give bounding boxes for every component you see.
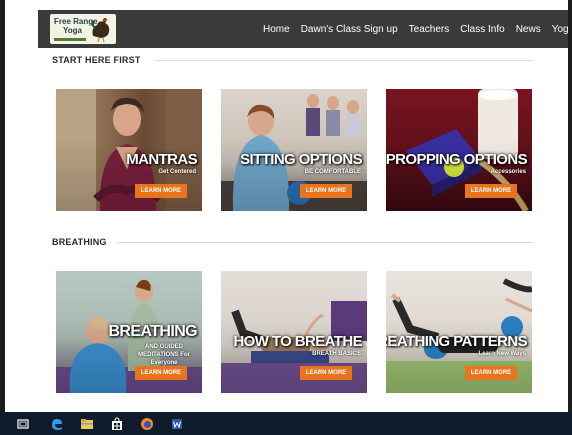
nav-yoga-therapy[interactable]: Yoga Th bbox=[552, 24, 568, 35]
edge-browser-icon[interactable] bbox=[50, 417, 64, 431]
nav-teachers[interactable]: Teachers bbox=[409, 24, 450, 35]
task-view-icon[interactable] bbox=[16, 417, 30, 431]
section-title-start-here: START HERE FIRST bbox=[52, 55, 141, 65]
card-title: BREATHING PATTERNS bbox=[386, 333, 528, 350]
rooster-icon bbox=[91, 18, 110, 42]
file-explorer-icon[interactable] bbox=[80, 417, 94, 431]
firefox-icon[interactable] bbox=[140, 417, 154, 431]
card-title: MANTRAS bbox=[126, 151, 197, 168]
nav-class-sign-up[interactable]: Dawn's Class Sign up bbox=[301, 24, 398, 35]
card-subtitle: Get Centered bbox=[158, 169, 196, 175]
top-nav-bar: Free Range Yoga Home Dawn's Class Sign u… bbox=[38, 10, 568, 48]
logo-line-2: Yoga bbox=[63, 26, 82, 35]
card-title: PROPPING OPTIONS bbox=[386, 151, 528, 168]
nav-class-info[interactable]: Class Info bbox=[460, 24, 504, 35]
taskbar bbox=[0, 412, 572, 435]
main-menu: Home Dawn's Class Sign up Teachers Class… bbox=[263, 10, 568, 48]
store-icon[interactable] bbox=[110, 417, 124, 431]
learn-more-button[interactable]: LEARN MORE bbox=[465, 366, 517, 380]
learn-more-button[interactable]: LEARN MORE bbox=[300, 184, 352, 198]
learn-more-button[interactable]: LEARN MORE bbox=[135, 184, 187, 198]
card-title: BREATHING bbox=[108, 323, 197, 340]
card-subtitle: AND GUIDED MEDITATIONS For Everyone bbox=[138, 344, 190, 366]
section-divider bbox=[155, 60, 533, 61]
learn-more-button[interactable]: LEARN MORE bbox=[465, 184, 517, 198]
section-title-breathing: BREATHING bbox=[52, 237, 107, 247]
card-subtitle: Learn New Ways bbox=[478, 351, 526, 357]
card-subtitle: BE COMFORTABLE bbox=[304, 169, 361, 175]
card-how-to-breathe[interactable]: HOW TO BREATHE BREATH BASICS LEARN MORE bbox=[221, 271, 367, 393]
card-breathing-patterns[interactable]: BREATHING PATTERNS Learn New Ways LEARN … bbox=[386, 271, 532, 393]
card-sitting-options[interactable]: SITTING OPTIONS BE COMFORTABLE LEARN MOR… bbox=[221, 89, 367, 211]
card-subtitle: BREATH BASICS bbox=[312, 351, 361, 357]
section-divider bbox=[117, 242, 533, 243]
web-page: Free Range Yoga Home Dawn's Class Sign u… bbox=[5, 0, 568, 412]
logo-tagline-bar bbox=[54, 38, 86, 41]
nav-home[interactable]: Home bbox=[263, 24, 290, 35]
word-icon[interactable] bbox=[170, 417, 184, 431]
learn-more-button[interactable]: LEARN MORE bbox=[135, 366, 187, 380]
site-logo[interactable]: Free Range Yoga bbox=[50, 14, 116, 44]
card-subtitle: Accessories bbox=[490, 169, 526, 175]
learn-more-button[interactable]: LEARN MORE bbox=[300, 366, 352, 380]
card-title: HOW TO BREATHE bbox=[233, 333, 362, 350]
card-mantras[interactable]: MANTRAS Get Centered LEARN MORE bbox=[56, 89, 202, 211]
card-breathing[interactable]: BREATHING AND GUIDED MEDITATIONS For Eve… bbox=[56, 271, 202, 393]
window-right-border bbox=[568, 0, 572, 412]
card-propping-options[interactable]: PROPPING OPTIONS Accessories LEARN MORE bbox=[386, 89, 532, 211]
card-title: SITTING OPTIONS bbox=[240, 151, 362, 168]
nav-news[interactable]: News bbox=[516, 24, 541, 35]
